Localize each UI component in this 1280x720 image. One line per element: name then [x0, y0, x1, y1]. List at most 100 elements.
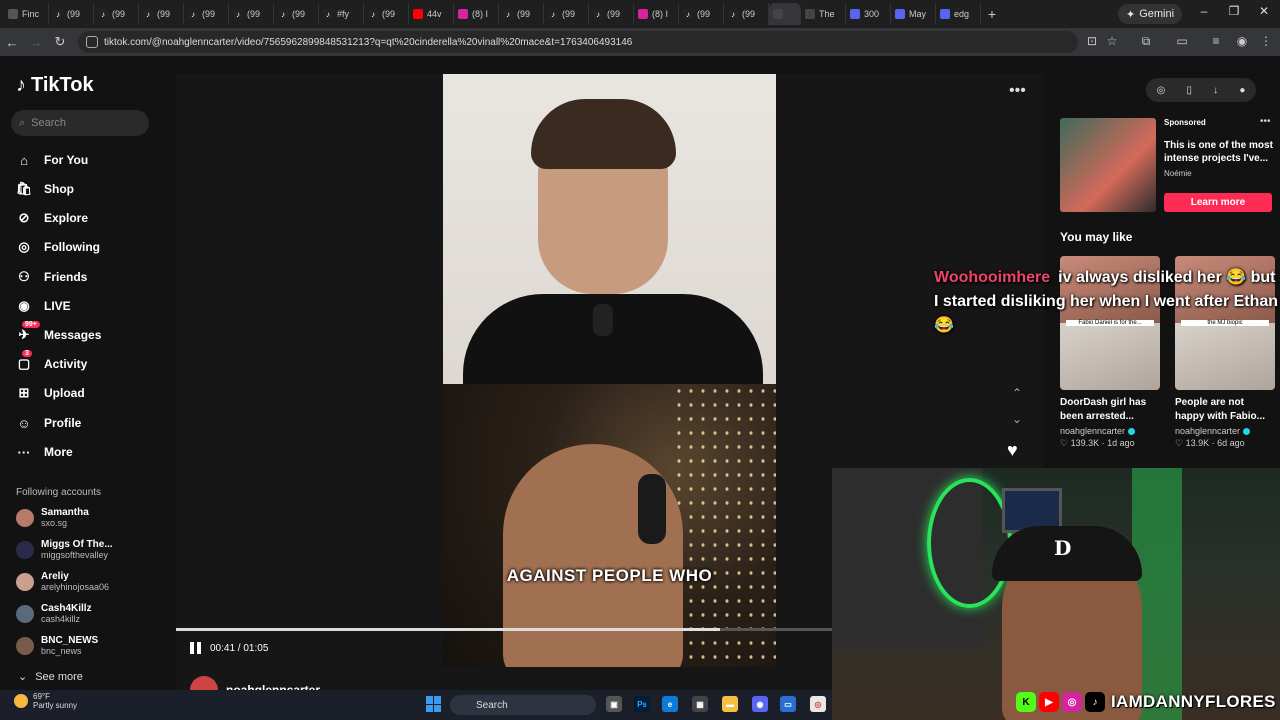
- browser-tab[interactable]: ♪ (99: [229, 3, 274, 25]
- pause-icon[interactable]: [190, 642, 202, 654]
- tab-favicon-icon: [940, 9, 950, 19]
- install-app-icon[interactable]: ⊡: [1084, 34, 1100, 50]
- browser-tab[interactable]: 44v: [409, 3, 454, 25]
- discord-icon[interactable]: ◉: [752, 696, 768, 712]
- new-tab-button[interactable]: +: [981, 6, 1003, 22]
- learn-more-button[interactable]: Learn more: [1164, 193, 1272, 212]
- browser-tab[interactable]: ♪ (99: [274, 3, 319, 25]
- sponsored-thumbnail[interactable]: [1060, 118, 1156, 212]
- tab-favicon-icon: [638, 9, 648, 19]
- windows-start-icon[interactable]: [426, 696, 442, 712]
- back-icon[interactable]: ←: [0, 35, 24, 50]
- file-explorer-icon[interactable]: ▬: [722, 696, 738, 712]
- sidebar-item-live[interactable]: ◉ LIVE: [16, 296, 70, 316]
- browser-tab[interactable]: Finc: [4, 3, 49, 25]
- sponsored-options-icon[interactable]: •••: [1260, 116, 1271, 127]
- streamer-socials: K ▶ ◎ ♪ IAMDANNYFLORES: [1016, 692, 1276, 712]
- previous-video-icon[interactable]: ⌃: [1008, 386, 1026, 400]
- sponsored-title[interactable]: This is one of the most intense projects…: [1164, 139, 1274, 165]
- card-author[interactable]: noahglenncarter: [1060, 426, 1160, 436]
- browser-tab[interactable]: ♪ #fy: [319, 3, 364, 25]
- browser-tab[interactable]: May: [891, 3, 936, 25]
- see-more-button[interactable]: ⌄ See more: [18, 670, 83, 684]
- tab-favicon-icon: ♪: [683, 9, 693, 19]
- extensions-icon[interactable]: ⧉: [1138, 34, 1154, 50]
- like-heart-icon[interactable]: ♥: [1007, 440, 1018, 461]
- phone-icon[interactable]: ▯: [1186, 85, 1192, 96]
- weather-widget[interactable]: 69°F Partly sunny: [14, 692, 77, 710]
- url-field[interactable]: tiktok.com/@noahglenncarter/video/756596…: [78, 31, 1078, 53]
- sidebar-item-friends[interactable]: ⚇ Friends: [16, 267, 87, 287]
- reload-icon[interactable]: ↻: [48, 34, 72, 50]
- browser-tab[interactable]: (8) I: [454, 3, 499, 25]
- browser-tab[interactable]: ♪ (99: [499, 3, 544, 25]
- next-video-icon[interactable]: ⌄: [1008, 412, 1026, 426]
- photoshop-icon[interactable]: Ps: [634, 696, 650, 712]
- account-name: Miggs Of The...: [41, 539, 113, 550]
- browser-tab[interactable]: The: [801, 3, 846, 25]
- browser-tab[interactable]: [769, 3, 801, 25]
- card-author[interactable]: noahglenncarter: [1175, 426, 1275, 436]
- sidebar-item-upload[interactable]: ⊞ Upload: [16, 383, 85, 403]
- browser-tab[interactable]: ♪ (99: [679, 3, 724, 25]
- following-account[interactable]: Cash4Killz cash4killz: [16, 603, 92, 624]
- sidebar-item-profile[interactable]: ☺ Profile: [16, 413, 81, 433]
- tab-favicon-icon: ♪: [548, 9, 558, 19]
- sidebar-item-messages[interactable]: ✈ 99+ Messages: [16, 321, 101, 345]
- maximize-button[interactable]: ❐: [1224, 4, 1244, 18]
- video-progress-bar[interactable]: [176, 628, 832, 631]
- split-view-icon[interactable]: ▭: [1174, 34, 1190, 50]
- gemini-button[interactable]: ✦ Gemini: [1118, 4, 1183, 24]
- browser-tab[interactable]: ♪ (99: [139, 3, 184, 25]
- settings-icon[interactable]: ◎: [1157, 85, 1166, 96]
- browser-tab[interactable]: ♪ (99: [364, 3, 409, 25]
- browser-tab[interactable]: (8) I: [634, 3, 679, 25]
- sidebar-item-following[interactable]: ◎ Following: [16, 237, 100, 257]
- task-view-icon[interactable]: ▣: [606, 696, 622, 712]
- activity-icon: ▢ 3: [17, 350, 32, 371]
- user-avatar-icon[interactable]: ●: [1239, 85, 1245, 96]
- chrome-icon[interactable]: ◎: [810, 696, 826, 712]
- sidebar-item-more[interactable]: ··· More: [16, 442, 73, 462]
- download-icon[interactable]: ↓: [1213, 85, 1218, 96]
- tab-favicon-icon: ♪: [278, 9, 288, 19]
- heart-outline-icon: ♡: [1175, 438, 1186, 448]
- account-name: Areliy: [41, 571, 69, 582]
- browser-tab[interactable]: ♪ (99: [49, 3, 94, 25]
- tab-favicon-icon: [8, 9, 18, 19]
- more-options-icon[interactable]: •••: [1009, 82, 1026, 100]
- tab-title: (99: [112, 9, 126, 19]
- sidebar-item-shop[interactable]: 🛍 Shop: [16, 179, 74, 199]
- browser-tab[interactable]: ♪ (99: [589, 3, 634, 25]
- search-input[interactable]: ⌕ Search: [11, 110, 149, 136]
- app-window-icon[interactable]: ▭: [780, 696, 796, 712]
- forward-icon[interactable]: →: [24, 35, 48, 50]
- browser-tab[interactable]: ♪ (99: [544, 3, 589, 25]
- browser-menu-icon[interactable]: ⋮: [1258, 34, 1274, 50]
- site-info-icon[interactable]: [86, 36, 98, 48]
- sidebar-item-activity[interactable]: ▢ 3 Activity: [16, 350, 87, 374]
- tab-title: (99: [292, 9, 306, 19]
- browser-tab[interactable]: ♪ (99: [184, 3, 229, 25]
- bookmark-star-icon[interactable]: ☆: [1104, 34, 1120, 50]
- close-window-button[interactable]: ✕: [1254, 4, 1274, 18]
- browser-tab[interactable]: ♪ (99: [724, 3, 769, 25]
- minimize-button[interactable]: –: [1194, 4, 1214, 18]
- sponsored-label: Sponsored: [1164, 118, 1206, 127]
- tiktok-logo[interactable]: ♪ TikTok: [16, 74, 94, 97]
- edge-icon[interactable]: e: [662, 696, 678, 712]
- profile-avatar-icon[interactable]: ◉: [1234, 34, 1250, 50]
- sidebar-item-explore[interactable]: ⊘ Explore: [16, 208, 88, 228]
- following-account[interactable]: BNC_NEWS bnc_news: [16, 635, 98, 656]
- you-may-like-header: You may like: [1060, 230, 1133, 244]
- browser-tab[interactable]: edg: [936, 3, 981, 25]
- browser-tab[interactable]: ♪ (99: [94, 3, 139, 25]
- store-icon[interactable]: ▦: [692, 696, 708, 712]
- browser-tab[interactable]: 300: [846, 3, 891, 25]
- following-account[interactable]: Samantha sxo.sg: [16, 507, 89, 528]
- following-account[interactable]: Areliy arelyhinojosaa06: [16, 571, 109, 592]
- sidebar-item-for-you[interactable]: ⌂ For You: [16, 150, 88, 170]
- taskbar-search[interactable]: Search: [450, 695, 596, 715]
- following-account[interactable]: Miggs Of The... miggsofthevalley: [16, 539, 113, 560]
- menu-lines-icon[interactable]: ≡: [1208, 34, 1224, 50]
